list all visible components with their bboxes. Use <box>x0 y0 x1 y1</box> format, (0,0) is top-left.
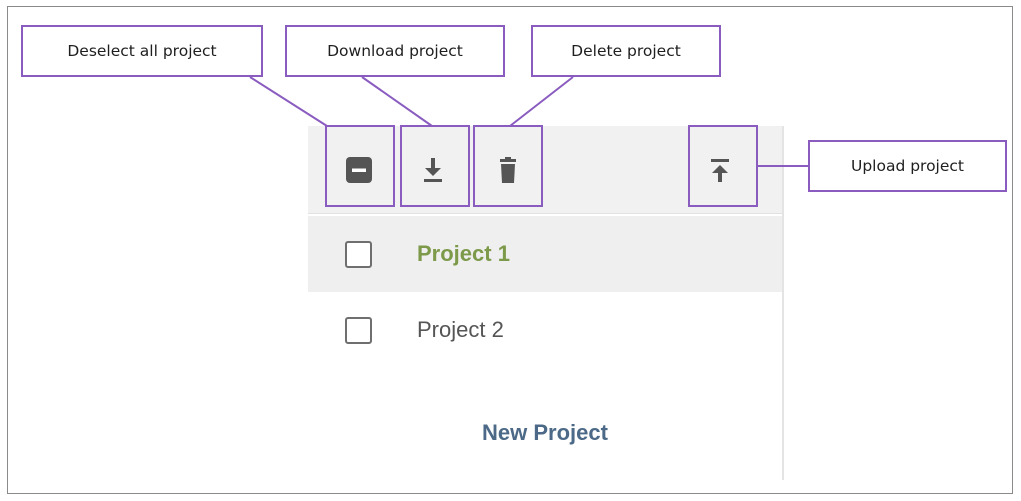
project-label[interactable]: Project 1 <box>417 241 510 267</box>
download-highlight-box <box>400 125 470 207</box>
delete-highlight-box <box>473 125 543 207</box>
deselect-highlight-box <box>325 125 395 207</box>
callout-delete-label: Delete project <box>531 25 721 77</box>
project-checkbox[interactable] <box>345 240 372 268</box>
new-project-button[interactable]: New Project <box>308 420 782 446</box>
project-row[interactable]: Project 1 <box>308 216 782 292</box>
callout-download-label: Download project <box>285 25 505 77</box>
callout-deselect-label: Deselect all project <box>21 25 263 77</box>
upload-highlight-box <box>688 125 758 207</box>
project-checkbox[interactable] <box>345 316 372 344</box>
callout-upload-label: Upload project <box>808 140 1007 192</box>
project-row[interactable]: Project 2 <box>308 292 782 368</box>
project-label[interactable]: Project 2 <box>417 317 504 343</box>
